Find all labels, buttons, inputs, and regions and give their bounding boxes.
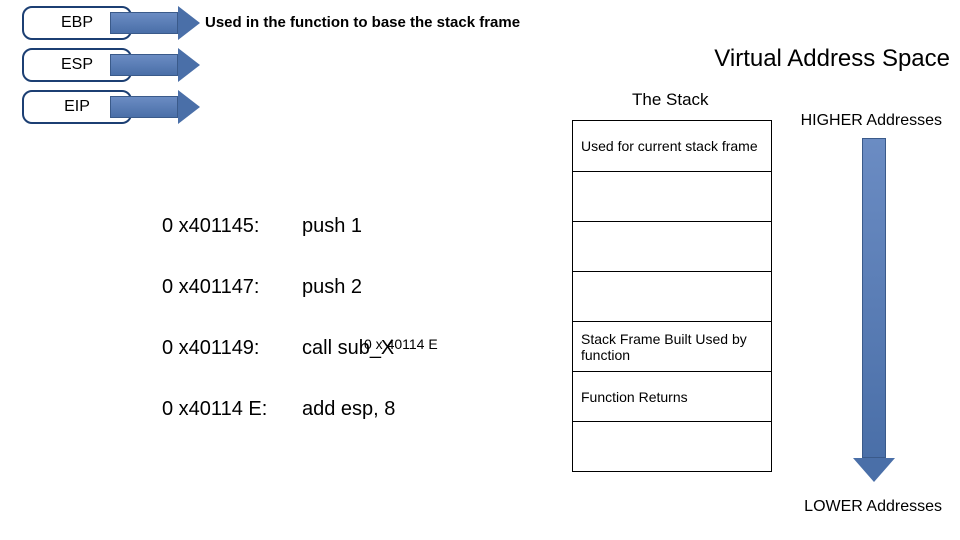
stack-cell — [573, 221, 771, 271]
instruction-text: push 1 — [302, 215, 362, 238]
instruction-text: call sub_X 0 x 40114 E — [302, 337, 394, 360]
stack-cell — [573, 271, 771, 321]
instruction-address: 0 x401149: — [162, 337, 302, 360]
instruction-list: 0 x401145: push 1 0 x401147: push 2 0 x4… — [162, 215, 395, 459]
instruction-row: 0 x40114 E: add esp, 8 — [162, 398, 395, 421]
instruction-row: 0 x401149: call sub_X 0 x 40114 E — [162, 337, 395, 360]
address-direction-arrow — [862, 138, 895, 482]
stack-diagram: Used for current stack frame Stack Frame… — [572, 120, 772, 472]
virtual-address-space-title: Virtual Address Space — [714, 45, 950, 73]
instruction-text: add esp, 8 — [302, 398, 395, 421]
ebp-description: Used in the function to base the stack f… — [205, 14, 520, 31]
stack-cell: Stack Frame Built Used by function — [573, 321, 771, 371]
stack-cell: Function Returns — [573, 371, 771, 421]
lower-addresses-label: LOWER Addresses — [804, 498, 942, 516]
stack-title: The Stack — [632, 90, 709, 110]
instruction-row: 0 x401145: push 1 — [162, 215, 395, 238]
instruction-address: 0 x40114 E: — [162, 398, 302, 421]
instruction-row: 0 x401147: push 2 — [162, 276, 395, 299]
return-address-overlay: 0 x 40114 E — [364, 336, 438, 352]
stack-cell — [573, 421, 771, 471]
instruction-text: push 2 — [302, 276, 362, 299]
stack-cell: Used for current stack frame — [573, 121, 771, 171]
higher-addresses-label: HIGHER Addresses — [801, 112, 942, 130]
instruction-address: 0 x401145: — [162, 215, 302, 238]
stack-cell — [573, 171, 771, 221]
instruction-address: 0 x401147: — [162, 276, 302, 299]
